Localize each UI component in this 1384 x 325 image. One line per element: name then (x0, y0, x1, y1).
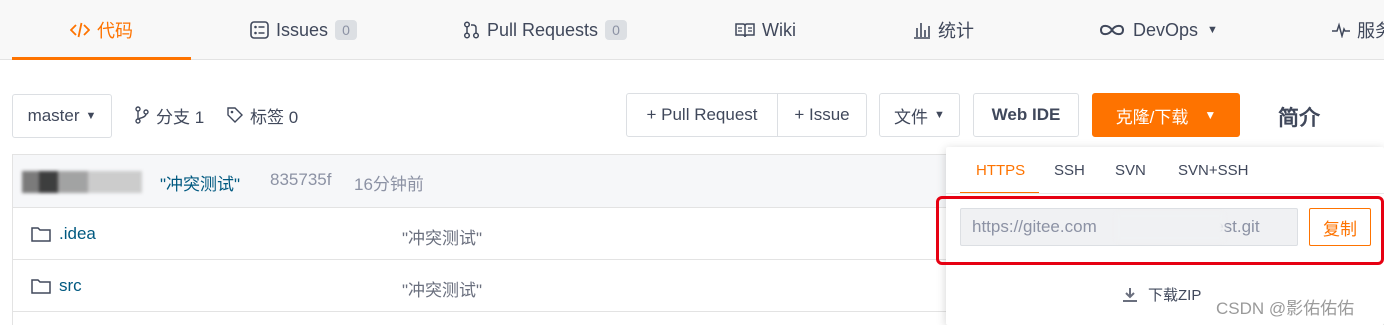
clone-download-button[interactable]: 克隆/下载 ▼ (1092, 93, 1240, 137)
tab-code-label: 代码 (97, 21, 133, 41)
folder-icon (31, 278, 51, 294)
tab-pull-requests-label: Pull Requests (487, 19, 599, 40)
issues-count-badge: 0 (335, 20, 358, 40)
tags-label: 标签 0 (250, 107, 299, 127)
latest-commit-message[interactable]: "冲突测试" (160, 170, 240, 195)
file-commit-message[interactable]: "冲突测试" (402, 224, 482, 249)
file-link-idea[interactable]: .idea (31, 224, 96, 244)
clone-download-label: 克隆/下载 (1115, 107, 1189, 127)
branch-icon (134, 106, 150, 124)
file-menu-button[interactable]: 文件 ▼ (879, 93, 960, 137)
branches-link[interactable]: 分支 1 (134, 100, 204, 130)
tag-icon (226, 106, 244, 124)
issues-icon (250, 21, 269, 39)
stats-bar-icon (913, 21, 931, 39)
watermark: CSDN @影佑佑佑 (1216, 299, 1355, 318)
pulse-icon (1332, 22, 1350, 38)
chevron-down-icon: ▼ (934, 109, 945, 121)
tab-devops[interactable]: DevOps ▼ (1098, 0, 1218, 60)
tab-ssh[interactable]: SSH (1054, 162, 1085, 192)
file-commit-message[interactable]: "冲突测试" (402, 276, 482, 301)
file-menu-label: 文件 (894, 107, 929, 127)
tab-services[interactable]: 服务 (1332, 0, 1384, 60)
folder-icon (31, 226, 51, 242)
download-zip-label: 下载ZIP (1148, 287, 1202, 304)
tab-wiki[interactable]: Wiki (735, 0, 796, 60)
wiki-book-icon (735, 22, 755, 38)
file-name-label: .idea (59, 224, 96, 243)
web-ide-label: Web IDE (991, 105, 1061, 124)
chevron-down-icon: ▼ (1204, 108, 1217, 122)
tab-stats[interactable]: 统计 (913, 0, 974, 60)
tab-code[interactable]: 代码 (12, 0, 191, 60)
tab-stats-label: 统计 (938, 21, 974, 41)
code-icon (70, 21, 90, 39)
divider (946, 193, 1384, 194)
tab-issues[interactable]: Issues 0 (250, 0, 358, 60)
web-ide-button[interactable]: Web IDE (973, 93, 1079, 137)
sidebar-about-title: 简介 (1278, 107, 1320, 130)
tab-services-label: 服务 (1357, 21, 1384, 41)
new-issue-label: + Issue (794, 105, 850, 124)
pull-request-icon (463, 21, 480, 39)
latest-commit-sha[interactable]: 835735f (270, 170, 331, 190)
latest-commit-time: 16分钟前 (354, 175, 424, 194)
tab-devops-label: DevOps (1133, 19, 1199, 40)
pull-requests-count-badge: 0 (605, 20, 628, 40)
tags-link[interactable]: 标签 0 (226, 100, 298, 130)
chevron-down-icon: ▼ (1207, 24, 1218, 36)
tab-issues-label: Issues (276, 19, 329, 40)
annotation-highlight-box (936, 196, 1384, 265)
tab-pull-requests[interactable]: Pull Requests 0 (463, 0, 628, 60)
tab-svn[interactable]: SVN (1115, 162, 1146, 192)
tab-https[interactable]: HTTPS (959, 162, 1040, 194)
tab-wiki-label: Wiki (762, 19, 796, 40)
tab-svn-ssh[interactable]: SVN+SSH (1178, 162, 1248, 192)
branch-select[interactable]: master ▼ (12, 94, 112, 138)
repo-tab-bar: 代码 Issues 0 Pull Requests 0 Wiki 统计 DevO… (0, 0, 1384, 60)
new-issue-button[interactable]: + Issue (777, 93, 867, 137)
file-name-label: src (59, 276, 82, 295)
chevron-down-icon: ▼ (85, 110, 97, 122)
file-link-src[interactable]: src (31, 276, 82, 296)
new-pull-request-label: + Pull Request (646, 105, 758, 124)
infinity-icon (1098, 22, 1126, 38)
branches-label: 分支 1 (156, 107, 205, 127)
new-pull-request-button[interactable]: + Pull Request (626, 93, 778, 137)
download-icon (1122, 287, 1138, 303)
avatar[interactable] (22, 171, 142, 193)
download-zip-link[interactable]: 下载ZIP (1122, 284, 1201, 305)
branch-select-label: master (27, 106, 80, 125)
